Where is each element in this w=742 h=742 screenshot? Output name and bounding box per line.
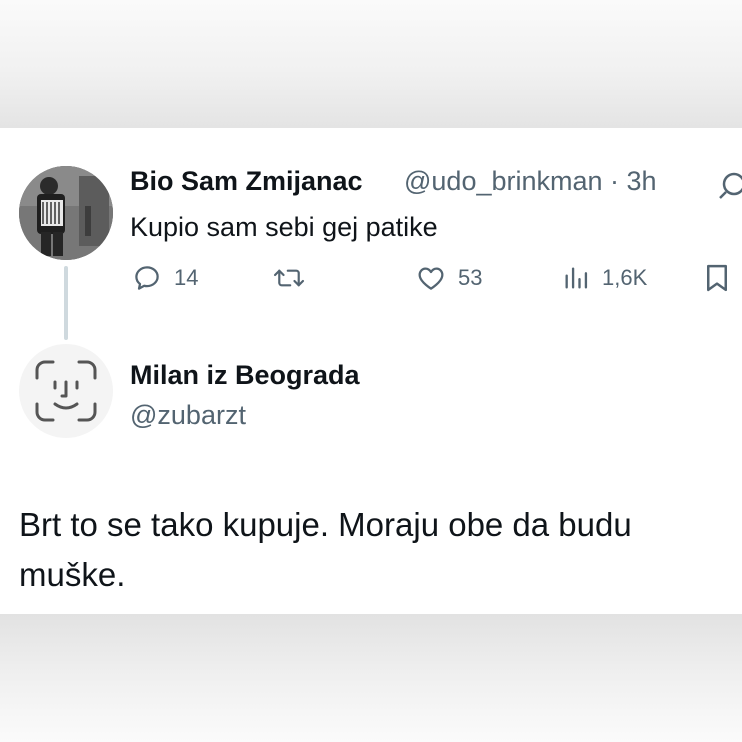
more-icon[interactable]	[712, 166, 742, 202]
background-bottom	[0, 614, 742, 742]
tweet-text: Kupio sam sebi gej patike	[130, 212, 438, 242]
retweet-icon	[273, 269, 305, 287]
face-id-icon	[35, 360, 97, 422]
author-name[interactable]: Bio Sam Zmijanac	[130, 166, 363, 197]
like-count: 53	[458, 265, 483, 290]
avatar[interactable]	[19, 344, 113, 438]
reply-author-handle[interactable]: @zubarzt	[130, 400, 246, 431]
reply-text: Brt to se tako kupuje. Moraju obe da bud…	[19, 506, 632, 593]
views-button[interactable]: 1,6K	[562, 258, 647, 298]
thread-connector	[64, 266, 68, 340]
view-count: 1,6K	[602, 265, 648, 290]
like-icon	[418, 267, 444, 290]
reply-icon	[135, 266, 159, 290]
reply-author-name[interactable]: Milan iz Beograda	[130, 360, 360, 391]
bookmark-button[interactable]	[704, 258, 730, 298]
reply-count: 14	[174, 265, 199, 290]
author-handle-time[interactable]: @udo_brinkman · 3h	[404, 166, 657, 197]
like-button[interactable]: 53	[416, 258, 482, 298]
avatar-photo	[19, 166, 113, 260]
avatar[interactable]	[19, 166, 113, 260]
reply-button[interactable]: 14	[132, 258, 198, 298]
views-icon	[565, 267, 588, 289]
background-top	[0, 0, 742, 128]
retweet-button[interactable]	[272, 258, 306, 298]
bookmark-icon	[707, 264, 727, 292]
